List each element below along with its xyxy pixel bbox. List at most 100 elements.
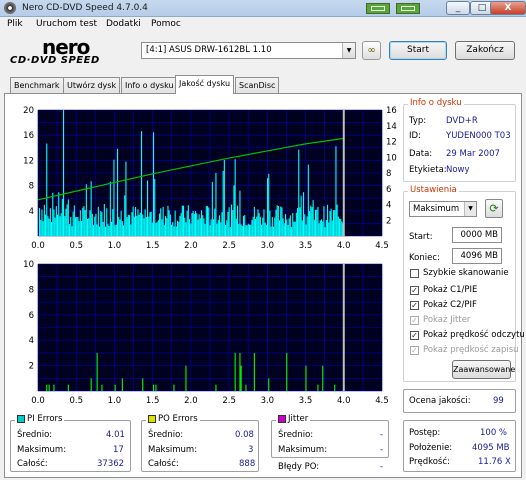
refresh-speed-button[interactable]: ⟳ bbox=[485, 199, 503, 218]
pi-bar bbox=[100, 211, 102, 236]
disc-id-value: YUDEN000 T03 bbox=[446, 131, 511, 141]
pi-bar bbox=[317, 206, 319, 236]
pi-bar bbox=[45, 214, 47, 236]
pi-bar bbox=[163, 225, 165, 236]
pi-bar bbox=[139, 212, 141, 236]
y-axis-right: 16 14 12 10 8 6 4 2 bbox=[386, 106, 397, 226]
show-pie-checkbox[interactable]: ✓ bbox=[410, 286, 419, 295]
pi-bar bbox=[249, 224, 251, 236]
po-bar bbox=[334, 384, 336, 391]
pi-bar bbox=[162, 206, 164, 236]
y-tick-label-right: 2 bbox=[386, 216, 391, 226]
pi-bar bbox=[138, 214, 140, 236]
progress-value: 100 % bbox=[480, 428, 508, 438]
drive-select[interactable]: [4:1] ASUS DRW-1612BL 1.10 ▼ bbox=[141, 42, 356, 59]
tab-create-disc[interactable]: Utwórz dysk bbox=[63, 77, 121, 93]
po-bar bbox=[253, 352, 255, 391]
pi-bar bbox=[63, 110, 65, 236]
chevron-down-icon[interactable]: ▼ bbox=[342, 43, 355, 58]
pi-bar bbox=[132, 206, 134, 236]
pi-bar bbox=[107, 223, 109, 236]
x-tick-label: 1.0 bbox=[108, 396, 122, 406]
pi-bar bbox=[325, 220, 327, 236]
pi-bar bbox=[72, 211, 74, 236]
menu-help[interactable]: Pomoc bbox=[151, 19, 181, 29]
pi-bar bbox=[237, 205, 239, 236]
po-bar bbox=[317, 384, 319, 391]
speed-select-value: Maksimum bbox=[413, 204, 460, 214]
pi-bar bbox=[337, 216, 339, 236]
tab-benchmark[interactable]: Benchmark bbox=[10, 77, 64, 93]
pi-bar bbox=[89, 210, 91, 236]
pi-bar bbox=[207, 206, 209, 236]
pi-bar bbox=[271, 217, 273, 236]
quality-score-value: 99 bbox=[493, 396, 504, 406]
jitter-title: Jitter bbox=[288, 414, 309, 424]
speed-select[interactable]: Maksimum ▼ bbox=[409, 201, 477, 217]
pi-bar bbox=[48, 218, 50, 236]
pi-bar bbox=[131, 212, 133, 236]
pi-bar bbox=[136, 215, 138, 236]
pi-bar bbox=[186, 210, 188, 236]
jitter-max-label: Maksimum: bbox=[278, 445, 328, 455]
pi-bar bbox=[108, 225, 110, 236]
pi-bar bbox=[227, 211, 229, 236]
advanced-button[interactable]: Zaawansowane bbox=[452, 360, 515, 379]
chevron-down-icon[interactable]: ▼ bbox=[464, 202, 476, 216]
y-tick-label: 8 bbox=[29, 182, 34, 192]
pi-bar bbox=[192, 211, 194, 236]
pi-bar bbox=[121, 221, 123, 236]
pi-bar bbox=[323, 206, 325, 236]
x-tick-label: 0.0 bbox=[31, 241, 45, 251]
show-read-speed-checkbox[interactable]: ✓ bbox=[410, 331, 419, 340]
minimize-button[interactable]: _ bbox=[446, 1, 470, 15]
pi-bar bbox=[226, 220, 228, 236]
pi-bar bbox=[124, 195, 126, 236]
quick-scan-checkbox[interactable] bbox=[410, 269, 419, 278]
nero-logo: nero CD·DVD SPEED bbox=[10, 35, 100, 66]
x-tick-label: 2.5 bbox=[222, 241, 236, 251]
pi-bar bbox=[253, 206, 255, 236]
po-bar bbox=[173, 384, 175, 391]
x-tick-label: 0.5 bbox=[69, 241, 83, 251]
start-button[interactable]: Start bbox=[389, 41, 447, 60]
pi-bar bbox=[144, 209, 146, 236]
po-total-value: 888 bbox=[239, 459, 256, 469]
pi-bar bbox=[297, 208, 299, 236]
close-button[interactable]: X bbox=[490, 1, 526, 15]
menu-file[interactable]: Plik bbox=[7, 19, 23, 29]
pi-bar bbox=[213, 219, 215, 236]
disc-date-label: Data: bbox=[409, 149, 433, 159]
pi-bar bbox=[196, 213, 198, 236]
show-pif-checkbox[interactable]: ✓ bbox=[410, 301, 419, 310]
drive-select-value: [4:1] ASUS DRW-1612BL 1.10 bbox=[146, 45, 272, 55]
tab-disc-info[interactable]: Info o dysku bbox=[121, 77, 178, 93]
pi-bar bbox=[156, 221, 158, 236]
pi-bar bbox=[232, 210, 234, 236]
jitter-avg-label: Średnio: bbox=[278, 430, 314, 440]
start-mb-input[interactable]: 0000 MB bbox=[452, 227, 502, 243]
pi-bar bbox=[280, 206, 282, 236]
menu-run-test[interactable]: Uruchom test bbox=[36, 19, 97, 29]
pi-bar bbox=[184, 217, 186, 236]
pi-bar bbox=[66, 204, 68, 236]
pi-bar bbox=[129, 215, 131, 236]
pi-bar bbox=[222, 170, 224, 236]
po-bar bbox=[245, 384, 247, 391]
refresh-drive-button[interactable]: ∞ bbox=[362, 41, 381, 60]
tab-scandisc[interactable]: ScanDisc bbox=[235, 77, 280, 93]
exit-button[interactable]: Zakończ bbox=[455, 41, 515, 60]
pi-bar bbox=[259, 216, 261, 236]
pi-bar bbox=[154, 178, 156, 236]
y-axis-left: 10 8 6 4 2 bbox=[23, 260, 34, 372]
pi-bar bbox=[120, 210, 122, 236]
pi-total-label: Całość: bbox=[17, 459, 48, 469]
pi-bar bbox=[255, 219, 257, 236]
menu-extras[interactable]: Dodatki bbox=[106, 19, 141, 29]
pi-bar bbox=[155, 222, 157, 236]
tab-disc-quality[interactable]: Jakość dysku bbox=[175, 75, 235, 94]
y-tick-label: 10 bbox=[23, 260, 34, 270]
pi-bar bbox=[187, 205, 189, 236]
end-mb-input[interactable]: 4096 MB bbox=[452, 248, 502, 264]
pi-bar bbox=[205, 206, 207, 236]
